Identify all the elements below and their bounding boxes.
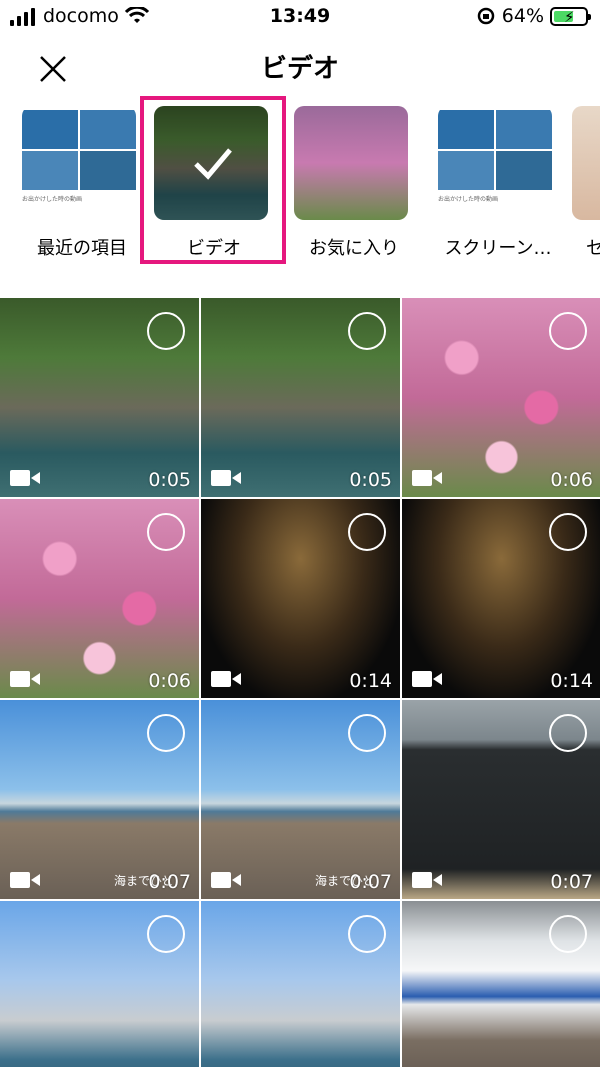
album-thumbnail: お出かけした時の動画 [438,106,552,220]
album-thumbnail [294,106,408,220]
album-label: セ [586,238,600,259]
video-thumbnail[interactable]: 0:06 [402,298,600,497]
video-thumbnail[interactable]: 0:06 [0,499,199,698]
orientation-lock-icon [477,7,495,25]
selected-album-frame [140,96,286,264]
album-thumbnail [572,106,600,220]
video-camera-icon [211,671,241,687]
video-thumbnail[interactable]: 0:14 [402,499,600,698]
select-circle[interactable] [147,714,185,752]
video-thumbnail[interactable]: 0:07 [402,700,600,899]
album-favorites[interactable]: お気に入り [294,106,414,260]
album-label: お気に入り [309,238,399,259]
select-circle[interactable] [147,513,185,551]
select-circle[interactable] [549,915,587,953]
video-thumbnail[interactable]: 0:14 [201,499,400,698]
video-thumbnail[interactable]: 海までひと 0:07 [201,700,400,899]
select-circle[interactable] [147,915,185,953]
album-thumbnail: お出かけした時の動画 [22,106,136,220]
album-collage [22,110,136,190]
select-circle[interactable] [147,312,185,350]
video-camera-icon [412,671,442,687]
video-thumbnail[interactable]: 0:05 [0,298,199,497]
album-thumb-caption: お出かけした時の動画 [438,196,499,203]
select-circle[interactable] [549,513,587,551]
video-duration: 0:07 [148,871,191,893]
select-circle[interactable] [348,312,386,350]
album-label: スクリーン… [444,238,552,259]
album-strip[interactable]: お出かけした時の動画 最近の項目 ビデオ お気に入り お出かけした時の動画 スク… [0,106,600,266]
video-duration: 0:14 [349,670,392,692]
album-collage [438,110,552,190]
video-duration: 0:06 [550,469,593,491]
video-thumbnail[interactable]: 海までひと 0:07 [0,700,199,899]
header: ビデオ [0,40,600,96]
battery-percent: 64% [501,5,544,27]
video-thumbnail[interactable] [402,901,600,1067]
album-thumb-caption: お出かけした時の動画 [22,196,83,203]
video-camera-icon [412,872,442,888]
video-duration: 0:05 [148,469,191,491]
video-camera-icon [10,470,40,486]
video-duration: 0:07 [550,871,593,893]
album-partial[interactable]: セ [572,106,600,260]
video-camera-icon [211,872,241,888]
album-screenshots[interactable]: お出かけした時の動画 スクリーン… [438,106,558,260]
video-duration: 0:06 [148,670,191,692]
video-duration: 0:07 [349,871,392,893]
charging-bolt-icon: ⚡ [564,7,575,26]
video-camera-icon [211,470,241,486]
video-duration: 0:14 [550,670,593,692]
video-camera-icon [412,470,442,486]
status-right: 64% ⚡ [476,5,591,27]
video-thumbnail[interactable]: 0:05 [201,298,400,497]
select-circle[interactable] [348,513,386,551]
battery-icon: ⚡ [550,6,591,26]
video-camera-icon [10,872,40,888]
status-bar: docomo 13:49 64% ⚡ [0,0,600,34]
video-duration: 0:05 [349,469,392,491]
select-circle[interactable] [348,915,386,953]
select-circle[interactable] [549,312,587,350]
video-thumbnail[interactable] [201,901,400,1067]
video-camera-icon [10,671,40,687]
select-circle[interactable] [348,714,386,752]
album-recent[interactable]: お出かけした時の動画 最近の項目 [22,106,142,260]
album-label: 最近の項目 [37,238,127,259]
select-circle[interactable] [549,714,587,752]
page-title: ビデオ [260,54,339,84]
video-thumbnail[interactable] [0,901,199,1067]
